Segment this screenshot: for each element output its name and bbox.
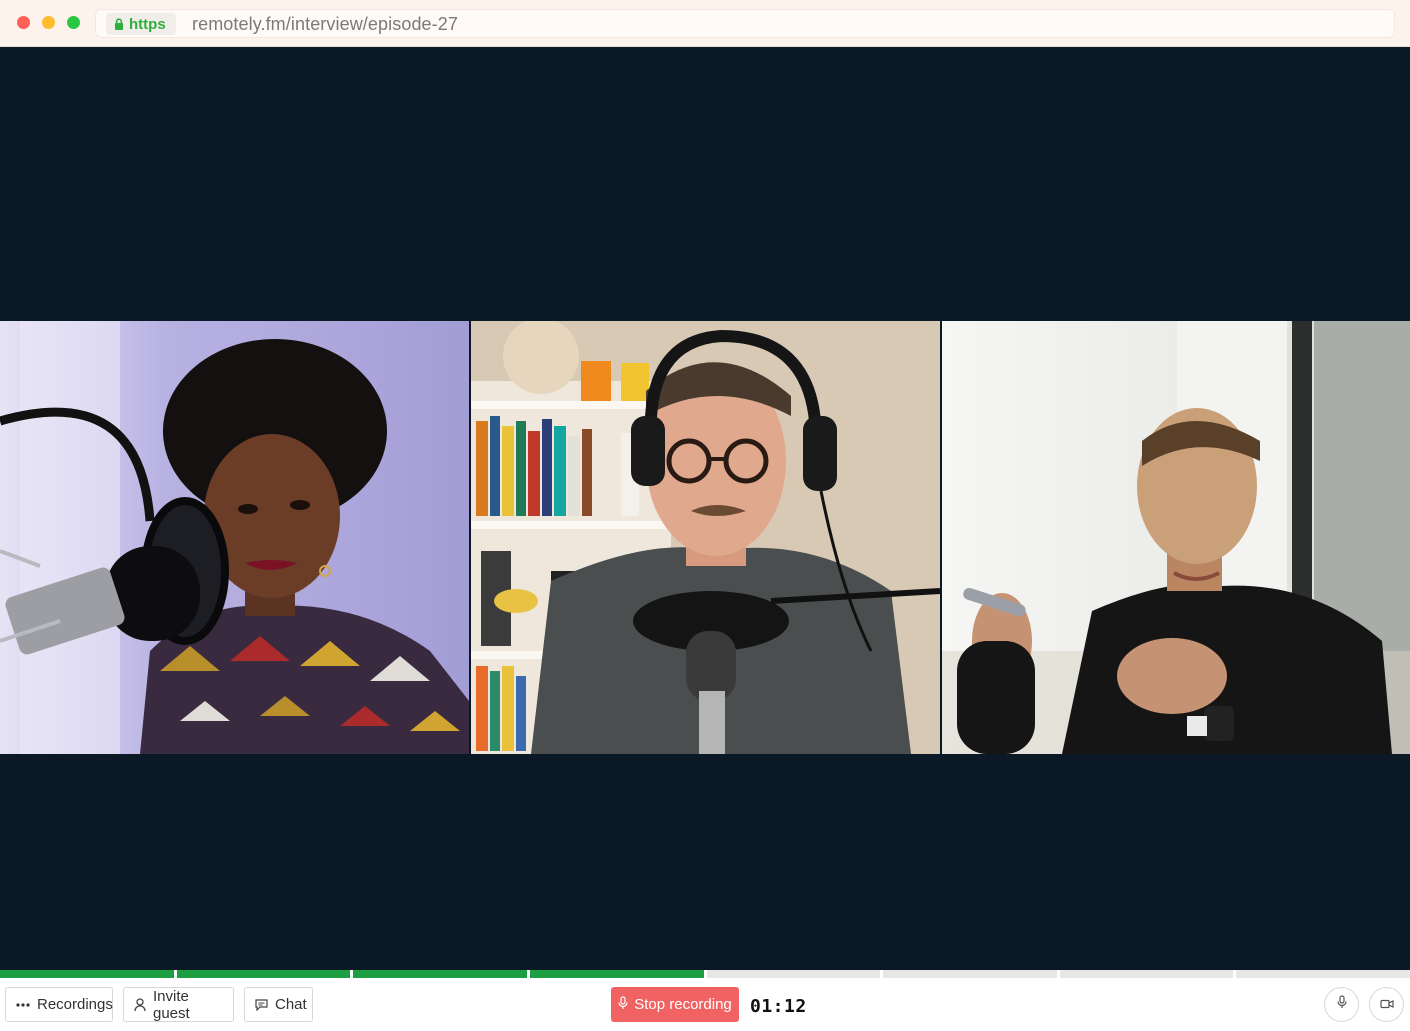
recordings-button[interactable]: Recordings [5, 987, 113, 1022]
progress-segment [1236, 970, 1410, 978]
progress-segment [529, 970, 704, 978]
invite-guest-label: Invite guest [153, 987, 190, 1022]
progress-segment [883, 970, 1057, 978]
address-bar[interactable]: https remotely.fm/interview/episode-27 [95, 9, 1395, 38]
video-feed-participant-3 [942, 321, 1410, 754]
browser-chrome: https remotely.fm/interview/episode-27 [0, 0, 1410, 47]
chat-label: Chat [275, 996, 307, 1013]
window-maximize-button[interactable] [67, 16, 80, 29]
chat-bubble-icon [255, 998, 268, 1011]
video-tile-participant-3[interactable] [942, 321, 1410, 754]
video-camera-icon [1379, 996, 1394, 1014]
url-text[interactable]: remotely.fm/interview/episode-27 [192, 14, 458, 35]
bottom-toolbar: Recordings Invite guest Chat Stop record… [0, 978, 1410, 1031]
progress-segment [706, 970, 881, 978]
toggle-camera-button[interactable] [1369, 987, 1404, 1022]
lock-icon [114, 18, 124, 30]
progress-segment [0, 970, 174, 978]
stop-recording-button[interactable]: Stop recording [611, 987, 739, 1022]
invite-guest-button[interactable]: Invite guest [123, 987, 234, 1022]
progress-segment [1059, 970, 1234, 978]
recording-progress-bar [0, 970, 1410, 978]
recording-timer: 01:12 [750, 996, 807, 1017]
video-tile-participant-2[interactable] [471, 321, 940, 754]
mute-microphone-button[interactable] [1324, 987, 1359, 1022]
participant-grid [0, 321, 1410, 754]
video-feed-participant-1 [0, 321, 469, 754]
window-close-button[interactable] [17, 16, 30, 29]
progress-segment [176, 970, 351, 978]
user-icon [134, 997, 146, 1012]
stop-recording-label: Stop recording [634, 996, 732, 1013]
progress-segment [353, 970, 527, 978]
video-stage [0, 47, 1410, 970]
recordings-label: Recordings [37, 996, 113, 1013]
https-label: https [129, 15, 166, 33]
microphone-icon [1336, 995, 1347, 1014]
window-minimize-button[interactable] [42, 16, 55, 29]
video-feed-participant-2 [471, 321, 940, 754]
more-dots-icon [16, 1002, 30, 1007]
microphone-icon [618, 995, 628, 1014]
chat-button[interactable]: Chat [244, 987, 313, 1022]
video-tile-participant-1[interactable] [0, 321, 469, 754]
https-badge: https [106, 13, 176, 35]
